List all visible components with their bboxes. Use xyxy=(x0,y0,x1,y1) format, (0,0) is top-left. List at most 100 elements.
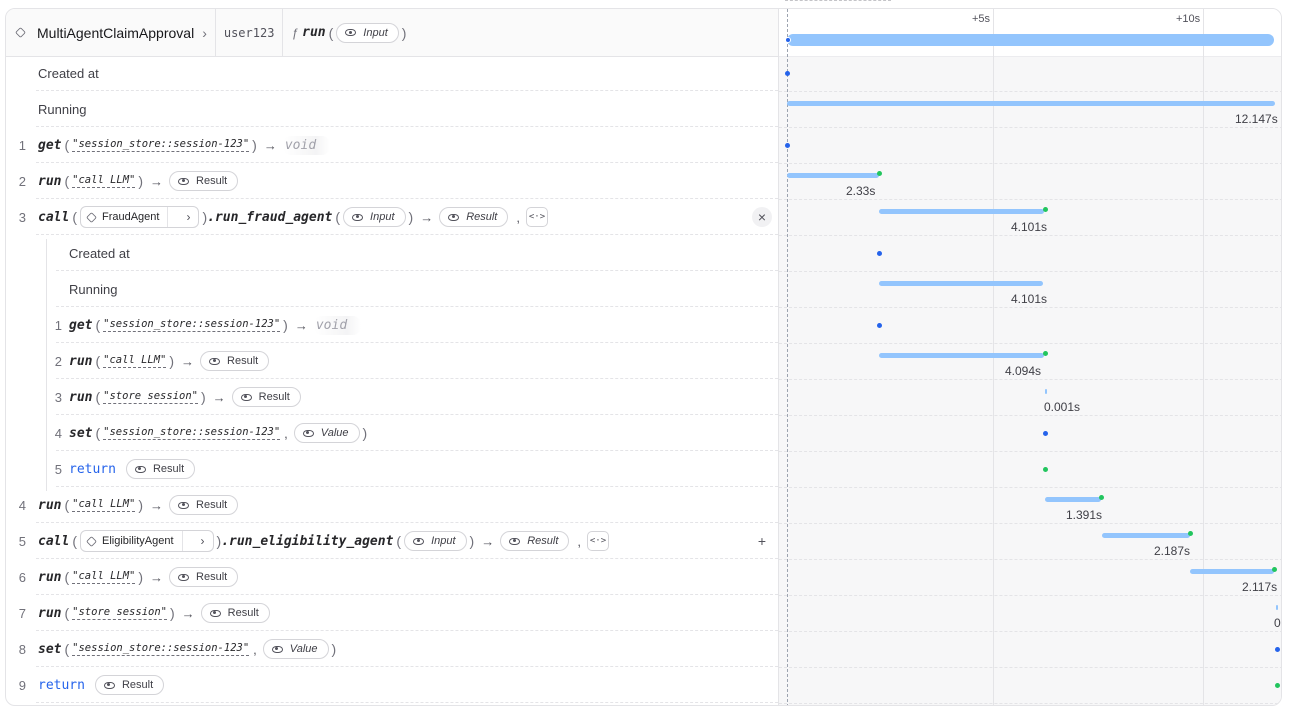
call-arg[interactable]: "session_store::session-123" xyxy=(103,426,281,440)
call-fn: run xyxy=(38,173,62,189)
call-arg[interactable]: "session_store::session-123" xyxy=(72,138,250,152)
row-number: 3 xyxy=(18,209,26,225)
result-pill[interactable]: Result xyxy=(169,567,239,587)
input-pill[interactable]: Input xyxy=(404,531,467,551)
handler-signature: ƒ run ( Input ) xyxy=(291,22,407,43)
call-arg[interactable]: "call LLM" xyxy=(72,174,136,188)
journal-row-8[interactable]: 8 set( "session_store::session-123" , Va… xyxy=(6,631,778,667)
row6-bar[interactable] xyxy=(1190,569,1274,574)
nested-row-1[interactable]: 1 get( "session_store::session-123") → v… xyxy=(6,307,778,343)
row-number: 6 xyxy=(18,569,26,585)
row-number: 4 xyxy=(54,425,62,441)
journal-row-2[interactable]: 2 run( "call LLM") → Result xyxy=(6,163,778,199)
journal-row-9[interactable]: 9 return Result xyxy=(6,667,778,703)
call-arg[interactable]: "call LLM" xyxy=(72,498,136,512)
tick-10s: +10s xyxy=(1176,13,1201,25)
row2-bar[interactable] xyxy=(787,173,879,178)
arrow-right-icon: → xyxy=(420,209,434,225)
nested1-dot xyxy=(877,323,882,328)
journal-row-7[interactable]: 7 run( "store session") → Result xyxy=(6,595,778,631)
call-arg[interactable]: "session_store::session-123" xyxy=(103,318,281,332)
journal-row-1[interactable]: 1 get( "session_store::session-123") → v… xyxy=(6,127,778,163)
cube-icon xyxy=(15,27,26,38)
row3-bar[interactable] xyxy=(879,209,1044,214)
row7-bar[interactable] xyxy=(1276,605,1278,610)
eye-icon xyxy=(240,393,252,401)
nested-running-row: Running xyxy=(6,271,778,307)
call-arg[interactable]: "call LLM" xyxy=(103,354,167,368)
result-pill[interactable]: Result xyxy=(231,387,301,407)
input-pill[interactable]: Input xyxy=(336,22,399,43)
return-keyword: return xyxy=(69,461,116,477)
agent-link-fraud[interactable]: FraudAgent › xyxy=(79,206,200,228)
row5-bar[interactable] xyxy=(1102,533,1190,538)
nested-row-2[interactable]: 2 run( "call LLM") → Result xyxy=(6,343,778,379)
row-number: 1 xyxy=(18,137,26,153)
result-pill[interactable]: Result xyxy=(200,603,270,623)
call-fn: get xyxy=(69,317,93,333)
arrow-right-icon: → xyxy=(294,317,308,333)
input-pill[interactable]: Input xyxy=(343,207,406,227)
result-pill[interactable]: Result xyxy=(169,171,239,191)
call-fn: set xyxy=(69,425,93,441)
cube-icon xyxy=(86,211,97,223)
result-pill[interactable]: Result xyxy=(500,531,570,551)
eye-icon xyxy=(413,537,425,545)
value-pill[interactable]: Value xyxy=(293,423,360,443)
row6-duration: 2.117s xyxy=(1242,580,1278,594)
top-dashed-marker xyxy=(785,0,891,2)
code-icon[interactable]: <·> xyxy=(526,207,548,227)
arrow-right-icon: → xyxy=(181,353,195,369)
row7-duration: 0. xyxy=(1274,616,1281,630)
call-arg[interactable]: "store session" xyxy=(72,606,167,620)
nested4-dot xyxy=(1043,431,1048,436)
result-pill[interactable]: Result xyxy=(439,207,509,227)
eye-icon xyxy=(209,609,221,617)
running-bar[interactable] xyxy=(787,101,1275,106)
result-pill[interactable]: Result xyxy=(169,495,239,515)
overall-duration-bar[interactable] xyxy=(787,34,1274,46)
row4-bar[interactable] xyxy=(1045,497,1101,502)
nested-row-5[interactable]: 5 return Result xyxy=(6,451,778,487)
journal-row-6[interactable]: 6 run( "call LLM") → Result xyxy=(6,559,778,595)
running-row: Running xyxy=(6,91,778,127)
result-pill[interactable]: Result xyxy=(94,675,165,695)
code-icon[interactable]: <·> xyxy=(587,531,610,551)
row2-end-dot xyxy=(877,171,882,176)
result-pill[interactable]: Result xyxy=(125,459,196,479)
arrow-right-icon: → xyxy=(150,173,164,189)
timeline-header xyxy=(779,9,1281,57)
chevron-right-icon: › xyxy=(202,24,207,41)
nested-created-at-row: Created at xyxy=(6,235,778,271)
arrow-right-icon: → xyxy=(212,389,226,405)
created-at-label: Created at xyxy=(38,65,99,81)
row-number: 3 xyxy=(54,389,62,405)
row-number: 5 xyxy=(18,533,26,549)
result-pill[interactable]: Result xyxy=(200,351,270,371)
value-pill[interactable]: Value xyxy=(262,639,329,659)
call-arg[interactable]: "call LLM" xyxy=(72,570,136,584)
nested-row-3[interactable]: 3 run( "store session") → Result xyxy=(6,379,778,415)
return-keyword: return xyxy=(38,677,85,693)
agent-link-eligibility[interactable]: EligibilityAgent › xyxy=(79,530,214,552)
call-arg[interactable]: "store session" xyxy=(103,390,198,404)
journal-row-4[interactable]: 4 run( "call LLM") → Result xyxy=(6,487,778,523)
created-at-label: Created at xyxy=(69,245,130,261)
call-arg[interactable]: "session_store::session-123" xyxy=(72,642,250,656)
arrow-right-icon: → xyxy=(263,137,277,153)
journal-row-5[interactable]: 5 call( EligibilityAgent › ) .run_eligib… xyxy=(6,523,778,559)
nested3-duration: 0.001s xyxy=(1044,400,1081,414)
plus-icon[interactable]: + xyxy=(752,531,772,551)
journal-row-3[interactable]: 3 call( FraudAgent › ) .run_fraud_agent(… xyxy=(6,199,778,235)
nested-row-4[interactable]: 4 set( "session_store::session-123" , Va… xyxy=(6,415,778,451)
function-icon: ƒ xyxy=(291,25,299,40)
workflow-breadcrumb[interactable]: MultiAgentClaimApproval › xyxy=(6,9,216,57)
close-icon[interactable]: × xyxy=(752,207,772,227)
user-breadcrumb[interactable]: user123 xyxy=(216,9,284,57)
nested-running-bar[interactable] xyxy=(879,281,1043,286)
nested3-bar[interactable] xyxy=(1045,389,1047,394)
chevron-right-icon: › xyxy=(186,210,191,224)
nested2-bar[interactable] xyxy=(879,353,1044,358)
workflow-name: MultiAgentClaimApproval xyxy=(37,24,195,41)
call-fn: run xyxy=(69,353,93,369)
